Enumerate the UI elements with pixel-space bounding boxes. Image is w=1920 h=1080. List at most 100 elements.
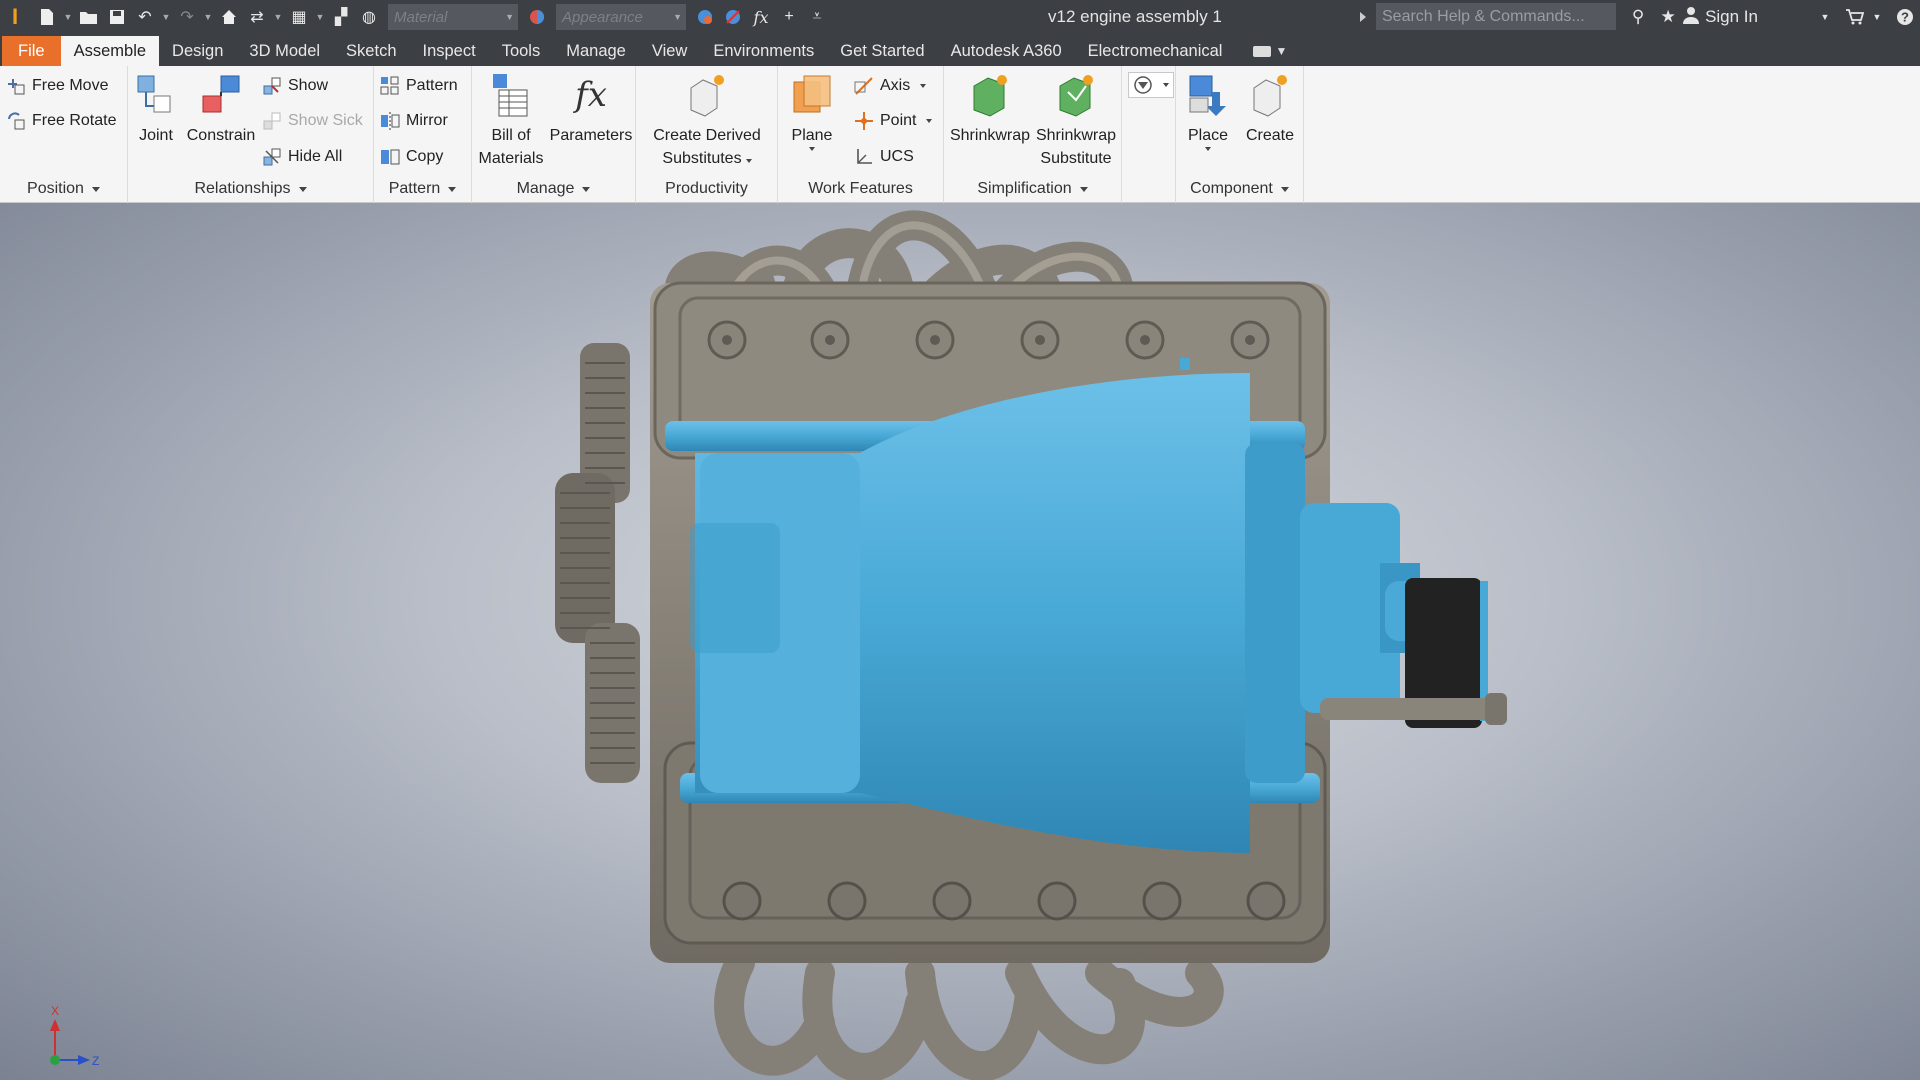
save-icon[interactable] (104, 4, 130, 30)
fx-icon[interactable]: fx (748, 4, 774, 30)
selection-filter-dropdown[interactable] (1128, 72, 1174, 98)
ribbon-display-toggle[interactable]: ▼ (1253, 36, 1287, 66)
shrinkwrap-substitute-button[interactable]: Shrinkwrap Substitute (1034, 70, 1118, 170)
point-button[interactable]: Point (854, 111, 933, 131)
panel-title-pattern[interactable]: Pattern (374, 175, 471, 203)
mirror-button[interactable]: Mirror (380, 111, 448, 131)
plane-button[interactable]: Plane (784, 70, 840, 151)
chevron-down-icon (298, 186, 307, 192)
tab-sketch[interactable]: Sketch (333, 36, 409, 66)
cart-icon[interactable] (1840, 0, 1870, 34)
return-icon[interactable]: ⇄ (244, 4, 270, 30)
tab-electromechanical[interactable]: Electromechanical (1075, 36, 1236, 66)
undo-icon[interactable]: ↶ (132, 4, 158, 30)
hide-all-button[interactable]: Hide All (262, 147, 342, 167)
plane-label: Plane (791, 127, 833, 144)
undo-dropdown[interactable]: ▼ (160, 12, 172, 22)
sign-in-dropdown[interactable]: ▼ (1818, 0, 1832, 34)
panel-title-relationships[interactable]: Relationships (128, 175, 373, 203)
free-move-button[interactable]: Free Move (6, 76, 108, 96)
panel-pattern: Pattern Mirror Copy Pattern (374, 66, 472, 203)
copy-label: Copy (406, 148, 444, 165)
tab-manage[interactable]: Manage (553, 36, 639, 66)
panel-title-component[interactable]: Component (1176, 175, 1303, 203)
redo-icon[interactable]: ↷ (174, 4, 200, 30)
cart-dropdown[interactable]: ▼ (1870, 0, 1884, 34)
tab-3d-model[interactable]: 3D Model (236, 36, 333, 66)
ucs-button[interactable]: UCS (854, 147, 914, 167)
tab-assemble[interactable]: Assemble (60, 36, 160, 66)
return-dropdown[interactable]: ▼ (272, 12, 284, 22)
tab-view[interactable]: View (639, 36, 700, 66)
graphics-viewport[interactable]: X Z (0, 203, 1920, 1080)
tab-tools[interactable]: Tools (489, 36, 554, 66)
chevron-down-icon (1163, 83, 1169, 87)
material-dropdown[interactable]: Material ▼ (388, 4, 518, 30)
new-file-icon[interactable] (34, 4, 60, 30)
bill-of-materials-button[interactable]: Bill of Materials (476, 70, 546, 170)
panel-title-productivity[interactable]: Productivity (636, 175, 777, 203)
chevron-down-icon (1079, 186, 1088, 192)
create-component-button[interactable]: Create (1242, 70, 1298, 147)
plane-icon (790, 70, 834, 120)
select-priority-icon[interactable]: ▦ (286, 4, 312, 30)
sign-in-button[interactable]: Sign In (1683, 6, 1758, 29)
constrain-button[interactable]: Constrain (184, 70, 258, 147)
open-folder-icon[interactable] (76, 4, 102, 30)
engine-assembly-model[interactable] (0, 203, 1920, 1080)
pattern-button[interactable]: Pattern (380, 76, 458, 96)
free-rotate-button[interactable]: Free Rotate (6, 111, 116, 131)
front-pulley-stack (555, 343, 640, 783)
joint-label: Joint (139, 127, 173, 144)
axis-button[interactable]: Axis (854, 76, 927, 96)
tab-file[interactable]: File (2, 36, 61, 66)
tab-inspect[interactable]: Inspect (410, 36, 489, 66)
position-title-label: Position (27, 180, 84, 197)
redo-dropdown[interactable]: ▼ (202, 12, 214, 22)
joint-button[interactable]: Joint (134, 70, 178, 147)
panel-title-work-features[interactable]: Work Features (778, 175, 943, 203)
new-file-dropdown[interactable]: ▼ (62, 12, 74, 22)
show-button[interactable]: Show (262, 76, 328, 96)
measure-icon[interactable]: ▞ (328, 4, 354, 30)
create-derived-label-2-row: Substitutes (662, 147, 752, 170)
adjust-appearance-icon[interactable] (692, 4, 718, 30)
chevron-down-icon (926, 119, 933, 123)
shrinkwrap-label: Shrinkwrap (949, 127, 1031, 144)
home-icon[interactable] (216, 4, 242, 30)
expand-arrow-icon[interactable] (1360, 12, 1366, 22)
chevron-down-icon (745, 159, 752, 163)
select-priority-dropdown[interactable]: ▼ (314, 12, 326, 22)
panel-title-manage[interactable]: Manage (472, 175, 635, 203)
search-input[interactable]: Search Help & Commands... (1376, 3, 1616, 30)
clear-appearance-icon[interactable] (720, 4, 746, 30)
copy-button[interactable]: Copy (380, 147, 443, 167)
chevron-down-icon (809, 147, 815, 151)
tab-autodesk-a360[interactable]: Autodesk A360 (938, 36, 1075, 66)
parameters-button[interactable]: fx Parameters (550, 70, 633, 147)
show-sick-button[interactable]: Show Sick (262, 111, 363, 131)
place-button[interactable]: Place (1182, 70, 1234, 151)
create-derived-substitutes-button[interactable]: Create Derived Substitutes (640, 70, 774, 170)
joint-icon (134, 70, 178, 120)
appearance-sphere-icon[interactable] (524, 4, 550, 30)
tab-get-started[interactable]: Get Started (827, 36, 937, 66)
free-rotate-icon (6, 111, 26, 131)
binoculars-icon[interactable]: ⚲ (1623, 0, 1653, 34)
sign-in-label: Sign In (1705, 7, 1758, 26)
free-move-icon (6, 76, 26, 96)
panel-title-position[interactable]: Position (0, 175, 127, 203)
svg-text:?: ? (1901, 10, 1909, 25)
panel-title-simplification[interactable]: Simplification (944, 175, 1121, 203)
favorites-star-icon[interactable]: ★ (1653, 0, 1683, 34)
tab-environments[interactable]: Environments (700, 36, 827, 66)
customize-qat-icon[interactable]: ⩡ (804, 4, 830, 30)
add-icon[interactable]: + (776, 4, 802, 30)
tab-design[interactable]: Design (159, 36, 236, 66)
help-icon[interactable]: ? (1890, 0, 1920, 34)
shrinkwrap-button[interactable]: Shrinkwrap (950, 70, 1030, 147)
rear-shaft (1320, 698, 1495, 720)
globe-icon[interactable]: ◍ (356, 4, 382, 30)
appearance-dropdown[interactable]: Appearance ▼ (556, 4, 686, 30)
app-logo-icon[interactable]: I (0, 0, 30, 34)
